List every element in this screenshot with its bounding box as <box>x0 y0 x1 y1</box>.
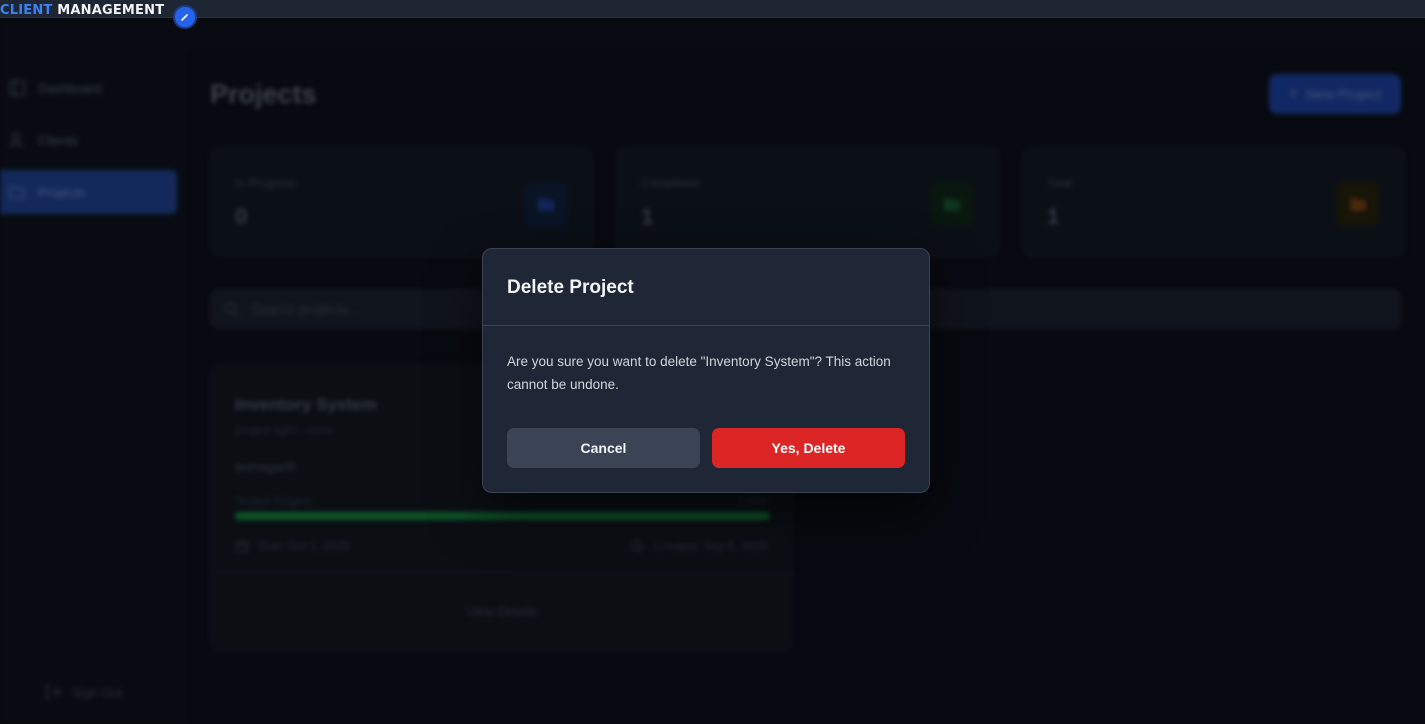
top-bar: CLIENT MANAGEMENT <box>0 0 1425 18</box>
divider <box>483 325 929 326</box>
dialog-title: Delete Project <box>507 277 634 298</box>
brand-part-1: CLIENT <box>0 4 53 18</box>
pencil-icon <box>181 14 188 21</box>
dialog-message: Are you sure you want to delete "Invento… <box>507 354 891 392</box>
confirm-delete-button[interactable]: Yes, Delete <box>712 428 905 468</box>
delete-project-dialog: Delete Project Are you sure you want to … <box>482 248 930 493</box>
brand-logo: CLIENT MANAGEMENT <box>0 4 175 18</box>
cancel-button[interactable]: Cancel <box>507 428 700 468</box>
brand-part-2: MANAGEMENT <box>57 4 165 18</box>
sidebar-toggle-button[interactable] <box>173 5 197 29</box>
